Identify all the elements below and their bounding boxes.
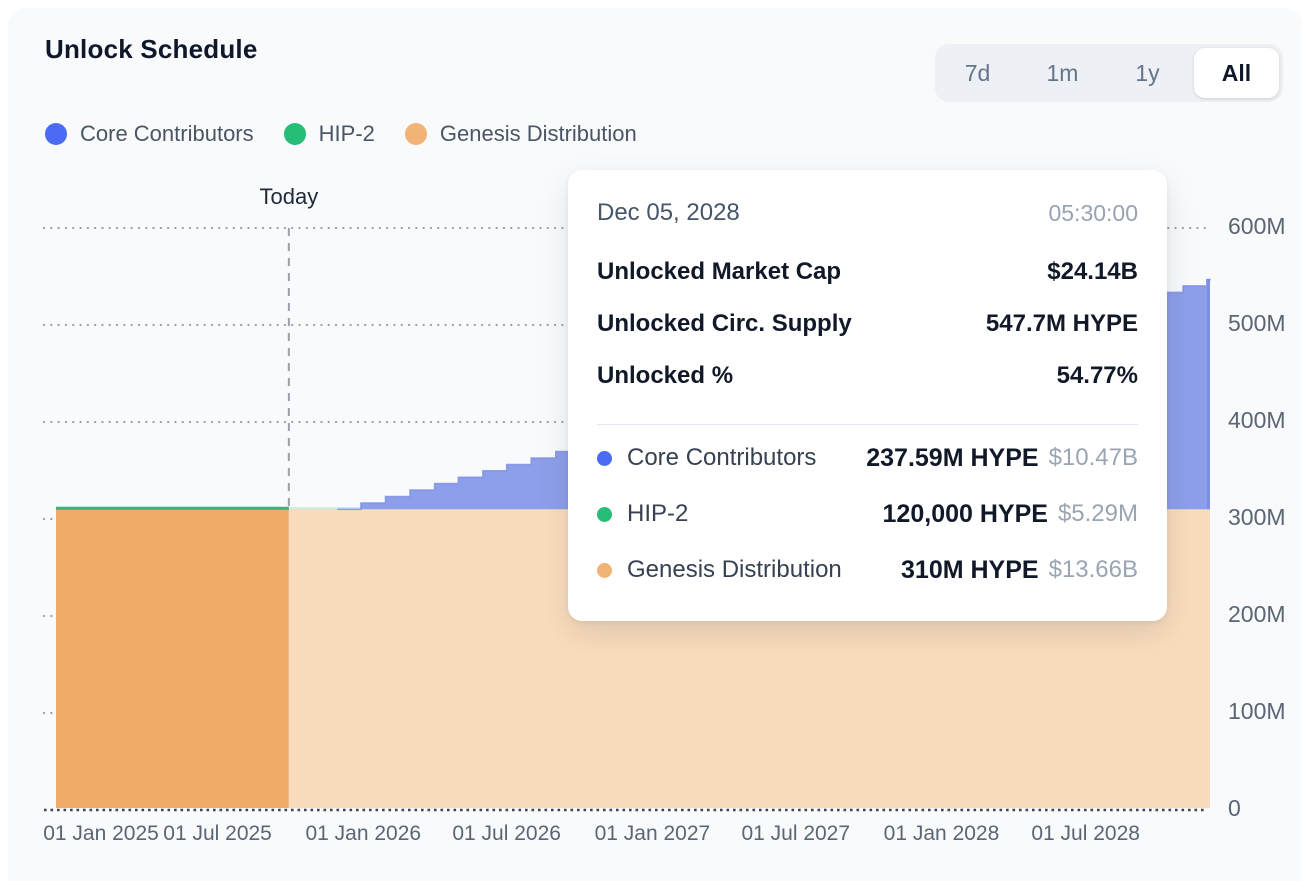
series-name: HIP-2 <box>627 500 688 528</box>
y-axis-label: 200M <box>1228 601 1286 628</box>
tooltip-series-list: Core Contributors 237.59M HYPE $10.47B H… <box>597 430 1138 598</box>
series-amount: 310M HYPE <box>901 556 1039 585</box>
tooltip-divider <box>597 424 1138 425</box>
chart-tooltip: Dec 05, 2028 05:30:00 Unlocked Market Ca… <box>568 170 1167 621</box>
x-axis-label: 01 Jan 2027 <box>595 822 711 846</box>
stat-label: Unlocked Circ. Supply <box>597 310 852 338</box>
series-amount: 120,000 HYPE <box>883 500 1048 529</box>
tooltip-time: 05:30:00 <box>1048 200 1138 227</box>
y-axis-label: 100M <box>1228 698 1286 725</box>
x-axis-label: 01 Jul 2028 <box>1031 822 1140 846</box>
today-label: Today <box>259 184 318 210</box>
tooltip-series-genesis-distribution: Genesis Distribution 310M HYPE $13.66B <box>597 542 1138 598</box>
series-amount: 237.59M HYPE <box>866 444 1038 473</box>
x-axis-label: 01 Jan 2028 <box>884 822 1000 846</box>
core-contributors-dot-icon <box>597 451 612 466</box>
series-name: Genesis Distribution <box>627 556 842 584</box>
tooltip-header: Dec 05, 2028 05:30:00 <box>597 198 1138 228</box>
x-axis-label: 01 Jul 2026 <box>452 822 561 846</box>
genesis-distribution-dot-icon <box>597 563 612 578</box>
y-axis-label: 600M <box>1228 213 1286 240</box>
series-usd: $10.47B <box>1049 444 1138 472</box>
tooltip-series-core-contributors: Core Contributors 237.59M HYPE $10.47B <box>597 430 1138 486</box>
x-axis-label: 01 Jul 2025 <box>163 822 272 846</box>
series-usd: $5.29M <box>1058 500 1138 528</box>
y-axis-label: 300M <box>1228 504 1286 531</box>
x-axis-label: 01 Jan 2026 <box>305 822 421 846</box>
tooltip-date: Dec 05, 2028 <box>597 199 740 227</box>
stat-label: Unlocked % <box>597 362 733 390</box>
series-usd: $13.66B <box>1049 556 1138 584</box>
x-axis-label: 01 Jan 2025 <box>43 822 159 846</box>
stat-value: 54.77% <box>1057 362 1138 390</box>
y-axis-label: 500M <box>1228 310 1286 337</box>
y-axis-label: 0 <box>1228 795 1241 822</box>
x-axis-label: 01 Jul 2027 <box>741 822 850 846</box>
y-axis-label: 400M <box>1228 407 1286 434</box>
tooltip-row-circ-supply: Unlocked Circ. Supply 547.7M HYPE <box>597 298 1138 350</box>
tooltip-row-market-cap: Unlocked Market Cap $24.14B <box>597 246 1138 298</box>
series-name: Core Contributors <box>627 444 816 472</box>
tooltip-series-hip2: HIP-2 120,000 HYPE $5.29M <box>597 486 1138 542</box>
area-genesis-past <box>56 509 289 808</box>
stat-value: 547.7M HYPE <box>986 310 1138 338</box>
tooltip-stats: Unlocked Market Cap $24.14B Unlocked Cir… <box>597 246 1138 402</box>
stat-value: $24.14B <box>1047 258 1138 286</box>
tooltip-row-unlocked-pct: Unlocked % 54.77% <box>597 350 1138 402</box>
stat-label: Unlocked Market Cap <box>597 258 841 286</box>
hip2-dot-icon <box>597 507 612 522</box>
